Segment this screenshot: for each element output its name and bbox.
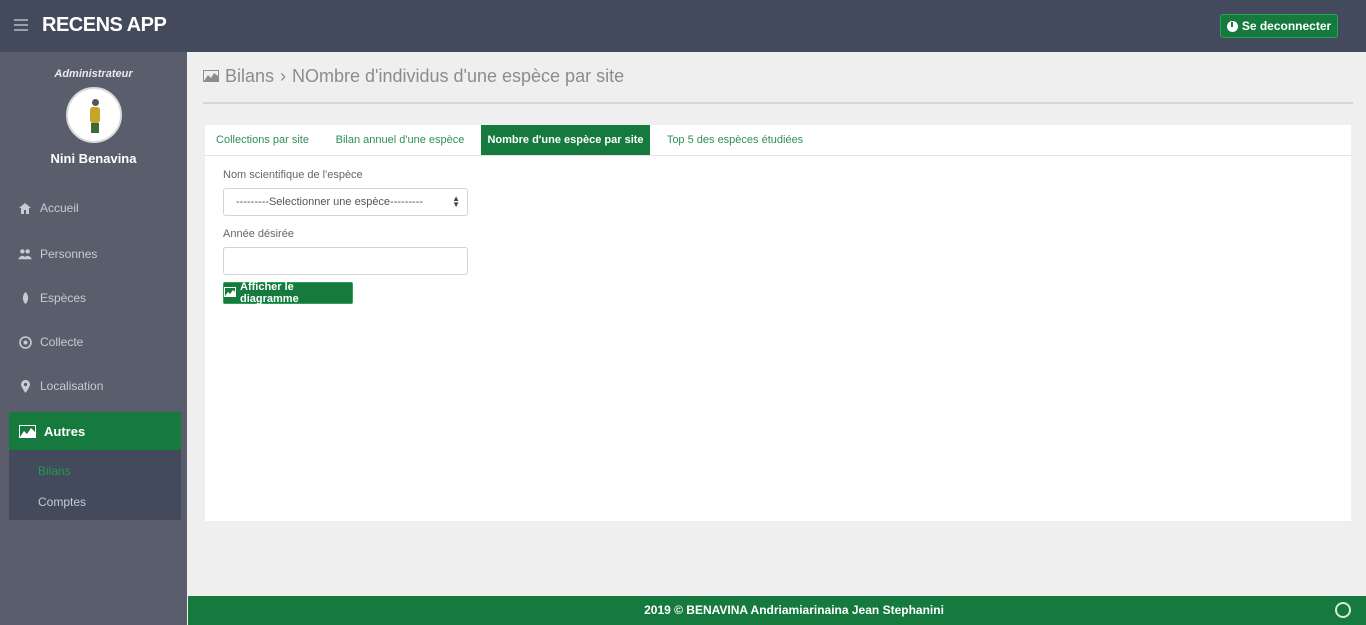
logout-button[interactable]: Se deconnecter bbox=[1220, 14, 1338, 38]
show-chart-label: Afficher le diagramme bbox=[240, 281, 299, 305]
footer: 2019 © BENAVINA Andriamiarinaina Jean St… bbox=[188, 596, 1366, 625]
home-icon bbox=[18, 201, 32, 215]
sidebar-item-label: Collecte bbox=[40, 335, 84, 349]
footer-copyright: 2019 © BENAVINA Andriamiarinaina Jean St… bbox=[644, 603, 944, 617]
species-select[interactable]: ---------Selectionner une espèce--------… bbox=[223, 188, 468, 216]
scroll-top-icon[interactable] bbox=[1335, 602, 1351, 618]
species-icon bbox=[18, 291, 32, 305]
sidebar-item-label: Personnes bbox=[40, 247, 98, 261]
users-icon bbox=[18, 247, 32, 261]
tab-top-5-especes[interactable]: Top 5 des espèces étudiées bbox=[655, 125, 815, 155]
sidebar-item-collecte[interactable]: Collecte bbox=[9, 324, 181, 360]
sidebar-item-label: Espèces bbox=[40, 291, 87, 305]
sidebar-item-label: Accueil bbox=[40, 201, 79, 215]
year-label: Année désirée bbox=[223, 228, 294, 240]
title-divider bbox=[203, 102, 1353, 104]
show-chart-button[interactable]: Afficher le diagramme bbox=[223, 281, 353, 305]
sidebar-item-especes[interactable]: Espèces bbox=[9, 280, 181, 316]
sidebar-item-label: Autres bbox=[44, 423, 86, 439]
avatar bbox=[66, 87, 122, 143]
logout-label: Se deconnecter bbox=[1241, 19, 1332, 33]
sidebar-item-localisation[interactable]: Localisation bbox=[9, 368, 181, 404]
tab-collections-par-site[interactable]: Collections par site bbox=[205, 125, 320, 155]
sidebar-item-label: Localisation bbox=[40, 379, 104, 393]
chart-area-icon bbox=[203, 66, 219, 87]
tab-bilan-annuel[interactable]: Bilan annuel d'une espèce bbox=[325, 125, 475, 155]
sidebar-item-personnes[interactable]: Personnes bbox=[9, 236, 181, 272]
year-input[interactable] bbox=[223, 247, 468, 275]
collect-icon bbox=[18, 335, 32, 349]
user-role: Administrateur bbox=[54, 68, 133, 80]
breadcrumb-section: Bilans bbox=[225, 66, 275, 86]
sidebar-item-accueil[interactable]: Accueil bbox=[9, 190, 181, 226]
breadcrumb-separator: › bbox=[280, 66, 287, 86]
sidebar-submenu: Bilans Comptes bbox=[9, 450, 181, 520]
sidebar-item-autres[interactable]: Autres bbox=[9, 412, 181, 450]
select-arrows-icon: ▲ ▼ bbox=[452, 194, 460, 209]
submenu-item-bilans[interactable]: Bilans bbox=[38, 464, 71, 478]
hamburger-menu-icon[interactable] bbox=[14, 19, 28, 31]
submenu-item-comptes[interactable]: Comptes bbox=[38, 495, 86, 509]
map-marker-icon bbox=[18, 379, 32, 393]
species-select-value: ---------Selectionner une espèce--------… bbox=[236, 196, 424, 208]
power-icon bbox=[1226, 20, 1238, 32]
app-title: RECENS APP bbox=[42, 14, 167, 36]
page-title: Bilans › NOmbre d'individus d'une espèce… bbox=[203, 66, 624, 87]
species-label: Nom scientifique de l'espèce bbox=[223, 169, 363, 181]
chart-area-icon bbox=[18, 424, 36, 438]
sidebar: Administrateur Nini Benavina Accueil Per… bbox=[0, 52, 187, 625]
username: Nini Benavina bbox=[50, 151, 137, 166]
breadcrumb-page: NOmbre d'individus d'une espèce par site bbox=[292, 66, 625, 86]
content-card: Collections par site Bilan annuel d'une … bbox=[205, 125, 1351, 521]
tab-bar: Collections par site Bilan annuel d'une … bbox=[205, 125, 1351, 156]
avatar-figure-icon bbox=[89, 99, 101, 133]
top-navbar: RECENS APP Se deconnecter bbox=[0, 0, 1366, 52]
tab-nombre-espece-par-site[interactable]: Nombre d'une espèce par site bbox=[481, 125, 650, 155]
chart-area-icon bbox=[224, 286, 236, 300]
